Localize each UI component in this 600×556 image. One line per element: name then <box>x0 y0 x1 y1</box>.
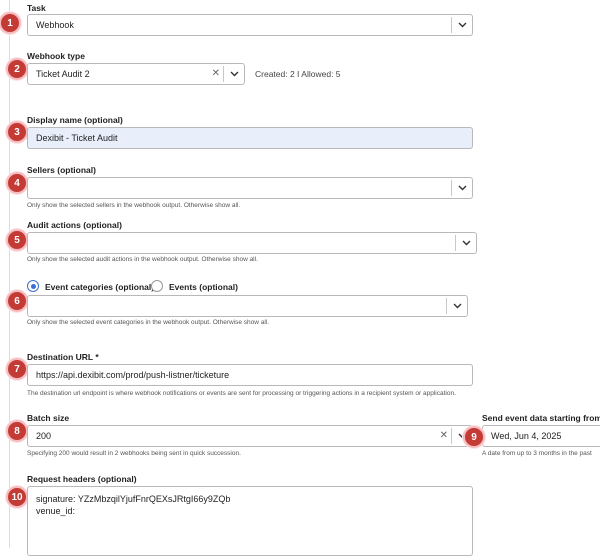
events-label: Events (optional) <box>169 282 238 292</box>
request-headers-label: Request headers (optional) <box>27 474 137 484</box>
step-badge-2: 2 <box>6 58 28 80</box>
display-name-input[interactable]: Dexibit - Ticket Audit <box>27 127 473 149</box>
send-start-help: A date from up to 3 months in the past <box>482 450 592 457</box>
display-name-label: Display name (optional) <box>27 115 123 125</box>
step-badge-4: 4 <box>6 172 28 194</box>
webhook-type-label: Webhook type <box>27 51 85 61</box>
event-categories-help: Only show the selected event categories … <box>27 319 270 326</box>
event-categories-label: Event categories (optional) <box>45 282 155 292</box>
task-select[interactable]: Webhook <box>27 14 473 36</box>
step-badge-6: 6 <box>6 290 28 312</box>
destination-url-value: https://api.dexibit.com/prod/push-listne… <box>36 370 230 380</box>
step-badge-5: 5 <box>6 229 28 251</box>
destination-url-input[interactable]: https://api.dexibit.com/prod/push-listne… <box>27 364 473 386</box>
clear-icon[interactable]: ✕ <box>440 431 448 441</box>
audit-actions-help: Only show the selected audit actions in … <box>27 256 258 263</box>
chevron-down-icon[interactable] <box>451 17 472 33</box>
event-categories-radio[interactable] <box>27 280 39 292</box>
left-divider <box>9 0 10 548</box>
sellers-select[interactable] <box>27 177 473 199</box>
clear-icon[interactable]: ✕ <box>212 69 220 79</box>
task-select-value: Webhook <box>36 20 74 30</box>
step-badge-3: 3 <box>6 121 28 143</box>
send-start-label: Send event data starting from * <box>482 413 600 423</box>
sellers-help: Only show the selected sellers in the we… <box>27 202 241 209</box>
created-allowed-count: Created: 2 I Allowed: 5 <box>255 69 341 79</box>
audit-actions-label: Audit actions (optional) <box>27 220 122 230</box>
audit-actions-select[interactable] <box>27 232 477 254</box>
chevron-down-icon[interactable] <box>451 180 472 196</box>
chevron-down-icon[interactable] <box>446 298 467 314</box>
request-headers-textarea[interactable]: signature: YZzMbzqilYjufFnrQEXsJRtgI66y9… <box>27 486 473 556</box>
send-start-date-value: Wed, Jun 4, 2025 <box>491 431 562 441</box>
chevron-down-icon[interactable] <box>455 235 476 251</box>
task-label: Task <box>27 3 46 13</box>
events-radio[interactable] <box>151 280 163 292</box>
display-name-value: Dexibit - Ticket Audit <box>36 133 118 143</box>
webhook-type-select[interactable]: Ticket Audit 2 ✕ <box>27 63 245 85</box>
chevron-down-icon[interactable] <box>223 66 244 82</box>
batch-size-label: Batch size <box>27 413 70 423</box>
webhook-type-value: Ticket Audit 2 <box>36 69 90 79</box>
step-badge-7: 7 <box>6 358 28 380</box>
event-categories-select[interactable] <box>27 295 468 317</box>
destination-url-label: Destination URL * <box>27 352 99 362</box>
step-badge-10: 10 <box>6 486 28 508</box>
request-header-line: signature: YZzMbzqilYjufFnrQEXsJRtgI66y9… <box>36 494 231 504</box>
step-badge-8: 8 <box>6 420 28 442</box>
batch-size-value: 200 <box>36 431 52 441</box>
request-header-line: venue_id: <box>36 506 76 516</box>
sellers-label: Sellers (optional) <box>27 165 96 175</box>
send-start-date-input[interactable]: Wed, Jun 4, 2025 <box>482 425 600 447</box>
step-badge-1: 1 <box>0 12 21 34</box>
batch-size-help: Specifying 200 would result in 2 webhook… <box>27 450 241 457</box>
destination-url-help: The destination url endpoint is where we… <box>27 390 456 397</box>
batch-size-input[interactable]: 200 ✕ <box>27 425 473 447</box>
step-badge-9: 9 <box>463 426 485 448</box>
